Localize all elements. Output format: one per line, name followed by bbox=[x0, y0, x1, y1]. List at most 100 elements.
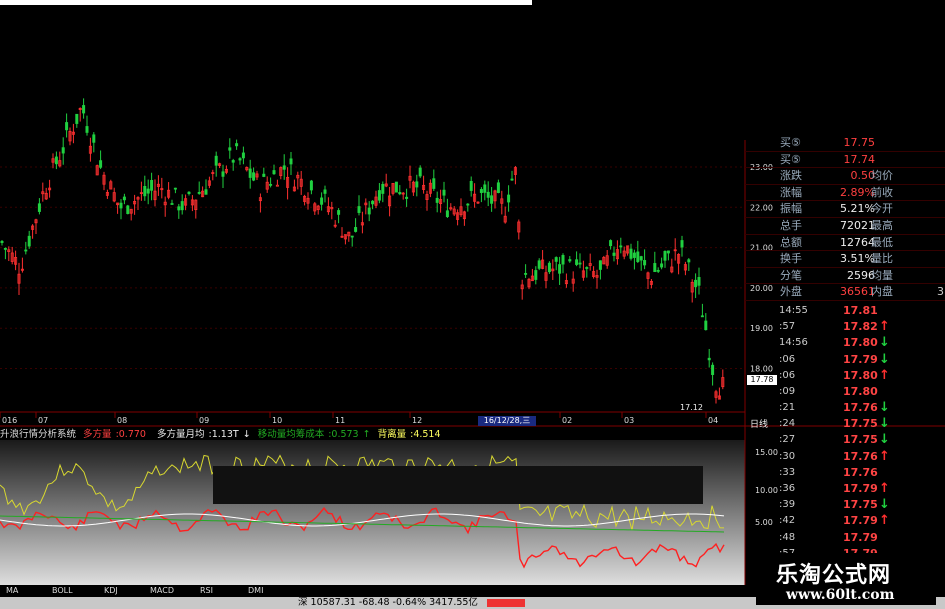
quote-value: 72021 bbox=[840, 218, 875, 232]
arrow-down-icon: ↓ bbox=[879, 335, 890, 351]
quote-value: 5.21% bbox=[840, 202, 875, 216]
candle-body bbox=[248, 168, 252, 178]
tick-time: :09 bbox=[779, 385, 796, 397]
candle-body bbox=[585, 267, 589, 269]
watermark-url: www.60lt.com bbox=[786, 587, 895, 603]
tick-time: :21 bbox=[779, 402, 796, 414]
tick-row: :57 17.82 ↑ bbox=[745, 319, 945, 335]
candle-body bbox=[221, 171, 225, 177]
tab-macd[interactable]: MACD bbox=[150, 586, 174, 595]
candle-body bbox=[534, 270, 538, 280]
tick-time: :42 bbox=[779, 515, 796, 527]
candle-body bbox=[490, 195, 494, 204]
index-status: 深 10587.31 -68.48 -0.64% 3417.55亿 bbox=[298, 597, 478, 608]
candle-body bbox=[435, 197, 439, 203]
quote-key2: 今开 bbox=[871, 202, 893, 216]
candle-body bbox=[486, 191, 490, 198]
candle-body bbox=[323, 189, 327, 194]
quote-key: 振幅 bbox=[780, 202, 802, 216]
tab-kdj[interactable]: KDJ bbox=[104, 586, 118, 595]
candle-body bbox=[0, 240, 4, 243]
candle-body bbox=[27, 235, 31, 247]
tick-row: :24 17.75 ↓ bbox=[745, 416, 945, 432]
quote-key: 分笔 bbox=[780, 268, 802, 282]
candle-body bbox=[82, 105, 86, 114]
tick-time: :39 bbox=[779, 499, 796, 511]
candle-body bbox=[697, 277, 701, 286]
date-highlight: 16/12/28,三 bbox=[478, 416, 536, 426]
candle-body bbox=[666, 250, 670, 254]
candle-body bbox=[241, 152, 245, 159]
candle-body bbox=[394, 181, 398, 193]
quote-value: 36561 bbox=[840, 285, 875, 299]
candle-body bbox=[700, 315, 704, 318]
item2-value: 1.13T bbox=[211, 429, 239, 440]
tick-row: :48 17.79 bbox=[745, 530, 945, 546]
quote-key: 涨跌 bbox=[780, 169, 802, 183]
candle-body bbox=[561, 255, 565, 265]
arrow-up-icon: ↑ bbox=[879, 481, 890, 496]
tick-price: 17.76 bbox=[843, 401, 878, 415]
candle-body bbox=[275, 184, 279, 187]
candle-body bbox=[479, 189, 483, 193]
tick-time: :06 bbox=[779, 353, 796, 365]
candle-body bbox=[575, 259, 579, 265]
candle-body bbox=[415, 181, 419, 188]
candle-body bbox=[126, 205, 130, 214]
candle-body bbox=[350, 235, 354, 238]
candle-body bbox=[578, 262, 582, 265]
tab-boll[interactable]: BOLL bbox=[52, 586, 73, 595]
candle-body bbox=[214, 155, 218, 166]
candle-body bbox=[656, 269, 660, 272]
candle-body bbox=[204, 189, 208, 195]
candle-body bbox=[61, 147, 65, 154]
tick-time: :27 bbox=[779, 434, 796, 446]
candle-body bbox=[507, 194, 511, 203]
candle-body bbox=[3, 248, 7, 250]
candle-body bbox=[228, 147, 232, 151]
date-tick: 07 bbox=[38, 416, 48, 425]
tick-price: 17.82 bbox=[843, 320, 878, 334]
tick-row: 14:55 17.81 bbox=[745, 303, 945, 319]
candle-body bbox=[337, 210, 341, 215]
tick-price: 17.76 bbox=[843, 449, 878, 463]
date-tick: 08 bbox=[117, 416, 127, 425]
status-indicator bbox=[486, 598, 525, 607]
candle-body bbox=[75, 113, 79, 124]
quote-key: 买⑤ bbox=[780, 136, 801, 149]
candle-body bbox=[639, 256, 643, 261]
tick-time: :48 bbox=[779, 531, 796, 543]
date-tick: 02 bbox=[562, 416, 572, 425]
candle-body bbox=[510, 178, 514, 181]
item1-value: 0.770 bbox=[118, 429, 146, 440]
tab-dmi[interactable]: DMI bbox=[248, 586, 263, 595]
arrow-down-icon: ↓ bbox=[879, 416, 890, 432]
quote-key2: 量比 bbox=[871, 252, 893, 266]
candle-body bbox=[524, 273, 528, 275]
candle-body bbox=[37, 203, 41, 212]
quote-value: 12764 bbox=[840, 235, 875, 249]
quote-key: 总手 bbox=[780, 218, 802, 232]
candle-body bbox=[65, 122, 69, 131]
tick-row: :09 17.80 bbox=[745, 384, 945, 400]
candle-body bbox=[197, 192, 201, 194]
candle-body bbox=[173, 187, 177, 190]
tick-time: 14:56 bbox=[779, 337, 808, 349]
item4-value: 4.514 bbox=[413, 429, 441, 440]
quote-value: 17.75 bbox=[843, 136, 876, 149]
arrow-up-icon: ↑ bbox=[879, 319, 890, 335]
tick-time: :57 bbox=[779, 321, 796, 333]
quote-key: 买⑤ bbox=[780, 152, 801, 166]
tab-ma[interactable]: MA bbox=[6, 586, 18, 595]
quote-row: 买⑤ 17.75 bbox=[745, 135, 945, 152]
arrow-down-icon: ↓ bbox=[879, 497, 890, 513]
candle-body bbox=[367, 207, 371, 215]
tab-rsi[interactable]: RSI bbox=[200, 586, 213, 595]
candle-body bbox=[643, 260, 647, 266]
item3-label: 移动量均筹成本 bbox=[257, 429, 325, 440]
candle-body bbox=[612, 252, 616, 256]
candle-body bbox=[418, 167, 422, 177]
candle-body bbox=[252, 172, 256, 181]
candle-body bbox=[146, 188, 150, 194]
tick-price: 17.79 bbox=[843, 530, 878, 544]
